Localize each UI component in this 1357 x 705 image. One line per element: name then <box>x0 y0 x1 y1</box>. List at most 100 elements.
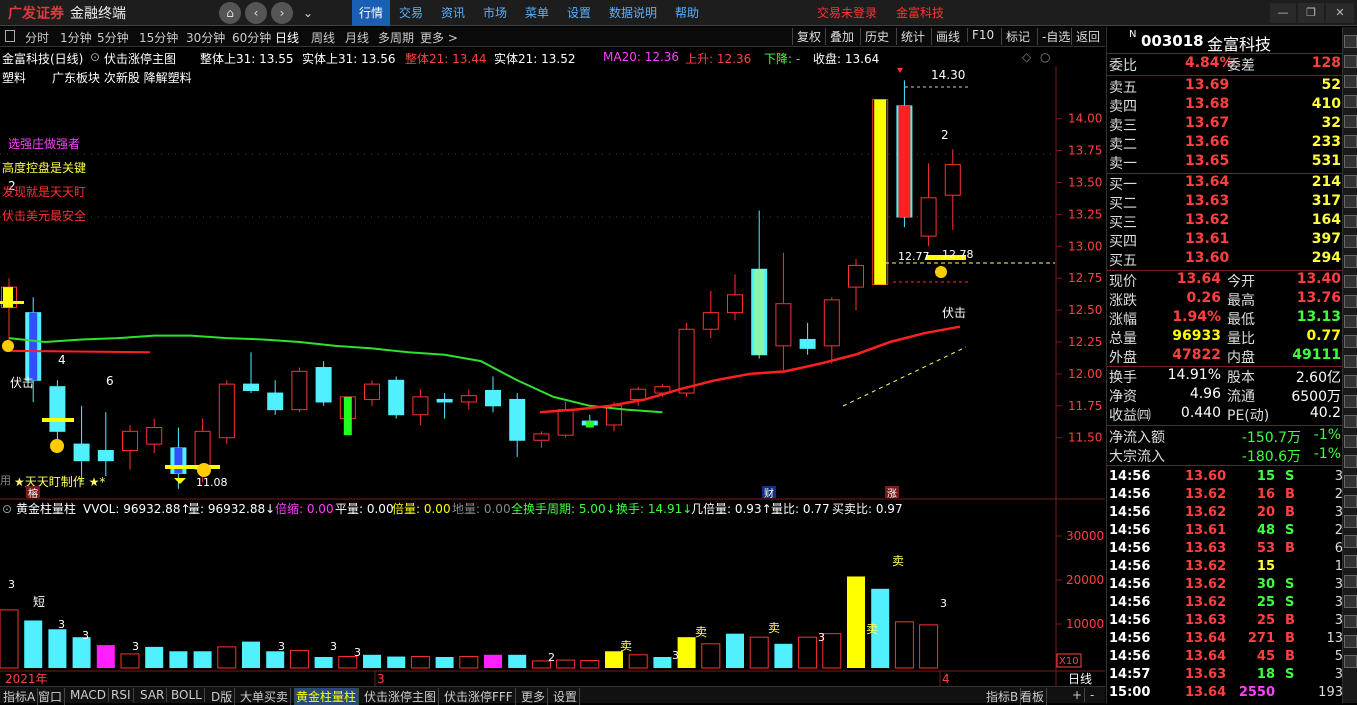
chart-line-icon[interactable] <box>1344 75 1357 88</box>
volume-bar[interactable] <box>556 659 576 669</box>
volume-bar[interactable] <box>580 660 600 669</box>
volume-bar[interactable] <box>726 633 744 668</box>
volume-bar[interactable] <box>749 636 769 669</box>
candle-body[interactable] <box>630 388 647 400</box>
mail-icon[interactable] <box>1344 615 1357 628</box>
candle-body[interactable] <box>533 433 550 441</box>
candle-body[interactable] <box>122 430 138 451</box>
square-icon[interactable] <box>1344 35 1357 48</box>
top-menu-3[interactable]: 市场 <box>476 0 514 26</box>
top-menu-0[interactable]: 行情 <box>352 0 391 26</box>
kline-chart[interactable]: 14.00 13.75 13.50 13.25 13.00 12.75 12.50 12.25… <box>0 66 1105 686</box>
bottom-tab-10[interactable]: 伏击涨停FFF <box>442 688 516 705</box>
sell-level-2[interactable]: 卖二 13.66 233 <box>1107 134 1343 153</box>
period-1[interactable]: 1分钟 <box>60 29 92 46</box>
volume-bar[interactable] <box>120 653 140 669</box>
green-marker-candle[interactable] <box>585 421 594 428</box>
toolbar-right-5[interactable]: F10 <box>967 28 994 42</box>
top-menu-1[interactable]: 交易 <box>392 0 430 26</box>
candle-body[interactable] <box>97 449 114 462</box>
candle-body[interactable] <box>944 164 961 196</box>
panel-toggle-icon[interactable] <box>5 30 15 42</box>
candle-body[interactable] <box>412 396 429 416</box>
volume-bar[interactable] <box>484 654 502 668</box>
candle-body[interactable] <box>364 383 380 400</box>
grid-icon[interactable] <box>1344 55 1357 68</box>
period-7[interactable]: 周线 <box>311 29 335 46</box>
table-icon[interactable] <box>1344 215 1357 228</box>
candle-body[interactable] <box>436 398 453 403</box>
candle-body[interactable] <box>291 370 308 411</box>
volume-bar[interactable] <box>894 621 914 669</box>
buy-level-5[interactable]: 买五 13.60 294 <box>1107 250 1343 269</box>
flag-icon[interactable] <box>1344 235 1357 248</box>
kline-svg[interactable]: 14.00 13.75 13.50 13.25 13.00 12.75 12.50 12.25… <box>0 66 1105 686</box>
top-menu-2[interactable]: 资讯 <box>434 0 472 26</box>
window-icon[interactable] <box>1344 135 1357 148</box>
volume-bar[interactable] <box>435 657 454 668</box>
info-icon[interactable] <box>1344 455 1357 468</box>
volume-bar[interactable] <box>459 656 479 669</box>
back-icon[interactable]: ‹ <box>245 2 267 24</box>
dropdown-icon[interactable]: ⊙ <box>90 50 100 64</box>
volume-bar[interactable] <box>48 629 67 668</box>
plus-icon[interactable]: + <box>1070 688 1086 702</box>
diamond-icon[interactable]: ◇ <box>1022 50 1031 64</box>
volume-bar[interactable] <box>677 637 696 668</box>
current-stock-link[interactable]: 金富科技 <box>896 0 944 26</box>
circle-icon[interactable]: ○ <box>1040 50 1050 64</box>
indicator-b-tab[interactable]: 指标B <box>984 688 1022 705</box>
toolbar-right-2[interactable]: 历史 <box>860 28 889 45</box>
candle-body[interactable] <box>460 395 477 403</box>
bottom-tab-1[interactable]: 窗口 <box>36 688 66 705</box>
candle-body[interactable] <box>727 294 743 314</box>
sell-level-4[interactable]: 卖四 13.68 410 <box>1107 96 1343 115</box>
toolbar-right-3[interactable]: 统计 <box>896 28 925 45</box>
map-icon[interactable] <box>1344 575 1357 588</box>
candle-icon[interactable] <box>1344 95 1357 108</box>
phone-icon[interactable] <box>1344 555 1357 568</box>
toolbar-right-1[interactable]: 叠加 <box>825 28 854 45</box>
trade-login-link[interactable]: 交易未登录 <box>817 0 877 26</box>
candle-body[interactable] <box>267 392 284 411</box>
volume-bar[interactable] <box>508 654 527 668</box>
book-icon[interactable] <box>1344 375 1357 388</box>
candle-body[interactable] <box>243 383 259 391</box>
bottom-tab-12[interactable]: 设置 <box>551 688 581 705</box>
rs-icon[interactable] <box>1344 275 1357 288</box>
home-icon[interactable]: ⌂ <box>219 2 241 24</box>
list-icon[interactable] <box>1344 175 1357 188</box>
volume-bar[interactable] <box>701 643 721 669</box>
pie-icon[interactable] <box>1344 335 1357 348</box>
volume-bar[interactable] <box>410 656 430 669</box>
layers-icon[interactable] <box>1344 155 1357 168</box>
bottom-tab-9[interactable]: 伏击涨停主图 <box>362 688 440 705</box>
volume-bar[interactable] <box>242 641 260 668</box>
candle-body[interactable] <box>775 303 792 347</box>
bell-icon[interactable] <box>1344 435 1357 448</box>
volume-bar[interactable] <box>628 654 648 669</box>
chart-indicator-name[interactable]: 伏击涨停主图 <box>104 50 176 67</box>
forward-icon[interactable]: › <box>271 2 293 24</box>
restore-icon[interactable]: ❐ <box>1298 3 1324 23</box>
yellow-marker-candle[interactable] <box>3 287 13 308</box>
lock-icon[interactable] <box>1344 635 1357 648</box>
doc-icon[interactable] <box>1344 495 1357 508</box>
volume-bar[interactable] <box>266 651 285 668</box>
candle-body[interactable] <box>388 379 405 416</box>
bottom-tab-2[interactable]: MACD <box>68 688 109 702</box>
toolbar-right-7[interactable]: -自选 <box>1037 28 1070 45</box>
clock-icon[interactable] <box>1344 595 1357 608</box>
green-marker-candle[interactable] <box>343 396 352 436</box>
folder-icon[interactable] <box>1344 295 1357 308</box>
cube-icon[interactable] <box>1344 475 1357 488</box>
sell-level-5[interactable]: 卖五 13.69 52 <box>1107 77 1343 96</box>
volume-bar[interactable] <box>314 657 333 668</box>
key-icon[interactable] <box>1344 655 1357 668</box>
candle-body[interactable] <box>509 398 526 441</box>
candle-body[interactable] <box>218 383 235 439</box>
top-menu-5[interactable]: 设置 <box>560 0 598 26</box>
volume-bar[interactable] <box>822 633 842 669</box>
candle-body[interactable] <box>485 389 501 407</box>
period-2[interactable]: 5分钟 <box>97 29 129 46</box>
